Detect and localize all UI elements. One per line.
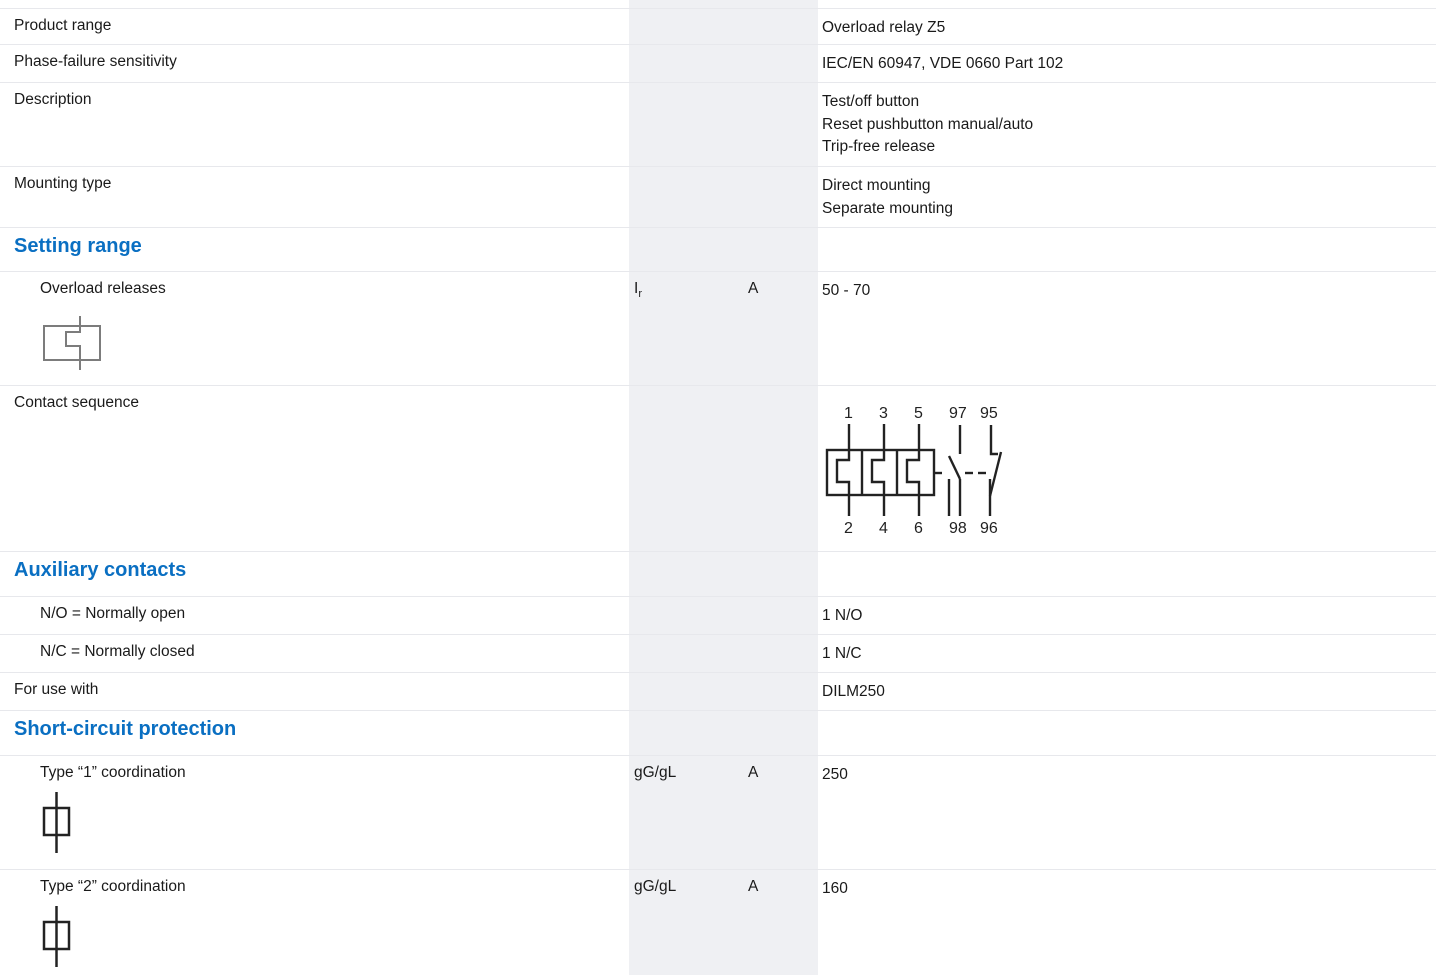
row-normally-open: N/O = Normally open 1 N/O (0, 597, 1436, 635)
row-label: Description (14, 91, 92, 108)
row-value-line: Trip-free release (822, 138, 936, 155)
section-auxiliary-contacts: Auxiliary contacts (0, 552, 1436, 597)
row-normally-closed: N/C = Normally closed 1 N/C (0, 635, 1436, 673)
row-for-use-with: For use with DILM250 (0, 673, 1436, 711)
row-contact-sequence: Contact sequence 1 3 5 97 95 2 4 6 98 96 (0, 386, 1436, 552)
spec-sheet: Product range Overload relay Z5 Phase-fa… (0, 0, 1436, 975)
row-value-line: Direct mounting (822, 177, 931, 194)
row-label: N/O = Normally open (40, 605, 186, 622)
contact-sequence-diagram: 1 3 5 97 95 2 4 6 98 96 (825, 405, 1003, 537)
symbol-cell: Ir (634, 280, 642, 300)
row-value: 50 - 70 (822, 282, 871, 299)
row-type-2-coordination: Type “2” coordination gG/gL A 160 (0, 870, 1436, 975)
terminal-label: 4 (879, 520, 888, 537)
terminal-label: 3 (879, 405, 888, 422)
row-value: 160 (822, 880, 848, 897)
fuse-icon (42, 906, 71, 967)
terminal-label: 2 (844, 520, 853, 537)
fuse-icon (42, 792, 71, 853)
unit-cell: A (748, 878, 759, 895)
row-value: Overload relay Z5 (822, 19, 946, 36)
row-description: Description Test/off button Reset pushbu… (0, 83, 1436, 167)
row-value-line: Separate mounting (822, 199, 953, 217)
row-value: DILM250 (822, 683, 885, 700)
section-heading: Auxiliary contacts (14, 559, 187, 581)
section-heading: Short-circuit protection (14, 718, 237, 740)
terminal-label: 96 (980, 520, 998, 537)
terminal-label: 6 (914, 520, 923, 537)
row-value: IEC/EN 60947, VDE 0660 Part 102 (822, 55, 1064, 72)
section-setting-range: Setting range (0, 228, 1436, 272)
unit-cell: A (748, 280, 759, 297)
row-label: Phase-failure sensitivity (14, 53, 177, 70)
row-label: Overload releases (40, 280, 166, 297)
section-short-circuit-protection: Short-circuit protection (0, 711, 1436, 756)
terminal-label: 98 (949, 520, 967, 537)
row-overload-releases: Overload releases Ir A 50 - 70 (0, 272, 1436, 386)
row-value: 250 (822, 766, 848, 783)
row-value-list: Direct mounting Separate mounting (822, 175, 953, 220)
row-product-range: Product range Overload relay Z5 (0, 8, 1436, 45)
row-label: For use with (14, 681, 99, 698)
row-label: Contact sequence (14, 394, 139, 411)
row-mounting-type: Mounting type Direct mounting Separate m… (0, 167, 1436, 228)
row-type-1-coordination: Type “1” coordination gG/gL A 250 (0, 756, 1436, 870)
symbol-cell: gG/gL (634, 878, 677, 895)
terminal-label: 1 (844, 405, 853, 422)
terminal-label: 5 (914, 405, 923, 422)
row-value-line: Reset pushbutton manual/auto (822, 115, 1034, 133)
section-heading: Setting range (14, 235, 142, 257)
symbol-cell: gG/gL (634, 764, 677, 781)
terminal-label: 95 (980, 405, 998, 422)
row-label: Type “2” coordination (40, 878, 186, 895)
row-label: Type “1” coordination (40, 764, 186, 781)
row-value-list: Test/off button Reset pushbutton manual/… (822, 91, 1033, 159)
row-label: Mounting type (14, 175, 112, 192)
row-label: N/C = Normally closed (40, 643, 195, 660)
row-phase-failure: Phase-failure sensitivity IEC/EN 60947, … (0, 45, 1436, 83)
row-label: Product range (14, 17, 112, 34)
row-value: 1 N/C (822, 645, 862, 662)
row-value-line: Test/off button (822, 93, 920, 110)
row-value: 1 N/O (822, 607, 863, 624)
terminal-label: 97 (949, 405, 967, 422)
overload-release-icon (43, 316, 101, 370)
unit-cell: A (748, 764, 759, 781)
